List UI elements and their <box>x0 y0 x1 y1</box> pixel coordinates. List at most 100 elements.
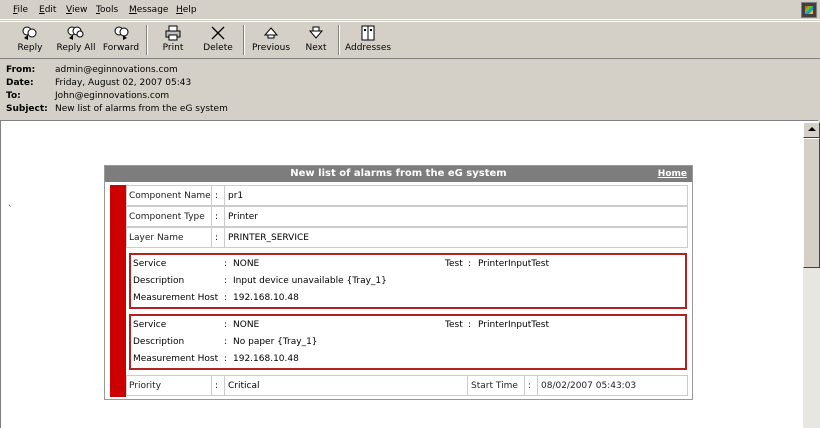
layer-name-label: Layer Name <box>129 233 184 243</box>
priority-row: Priority : Critical Start Time : 08/02/2… <box>126 375 688 396</box>
description-value: Input device unavailable {Tray_1} <box>233 276 387 286</box>
from-value: admin@eginnovations.com <box>55 65 178 75</box>
cell-divider <box>211 207 212 226</box>
scroll-up-arrow-icon[interactable] <box>803 122 820 138</box>
to-label: To: <box>6 91 21 101</box>
menu-help[interactable]: Help <box>176 5 197 15</box>
service-value: NONE <box>233 320 260 330</box>
component-type-label: Component Type <box>129 212 205 222</box>
home-link[interactable]: Home <box>658 166 687 182</box>
from-label: From: <box>6 65 36 75</box>
colon: : <box>215 212 219 222</box>
date-value: Friday, August 02, 2007 05:43 <box>55 78 192 88</box>
service-label: Service <box>133 320 167 330</box>
component-type-row: Component Type : Printer <box>126 206 688 227</box>
next-button[interactable]: Next <box>302 22 330 59</box>
stray-mark: ` <box>8 205 13 215</box>
colon: : <box>528 381 532 391</box>
date-label: Date: <box>6 78 34 88</box>
scrollbar-thumb[interactable] <box>803 138 820 268</box>
menu-edit[interactable]: Edit <box>39 5 56 15</box>
toolbar-separator <box>338 25 340 55</box>
measurement-host-row: Measurement Host : 192.168.10.48 <box>133 293 683 307</box>
service-label: Service <box>133 259 167 269</box>
toolbar-separator <box>146 25 148 55</box>
delete-x-icon <box>209 25 227 41</box>
cell-divider <box>537 376 538 395</box>
priority-color-bar <box>110 185 126 397</box>
measurement-host-value: 192.168.10.48 <box>233 354 299 364</box>
reply-button[interactable]: Reply <box>10 22 50 59</box>
layer-name-row: Layer Name : PRINTER_SERVICE <box>126 227 688 248</box>
to-value: John@eginnovations.com <box>55 91 170 101</box>
measurement-host-value: 192.168.10.48 <box>233 293 299 303</box>
cell-divider <box>211 228 212 247</box>
cell-divider <box>211 376 212 395</box>
component-name-label: Component Name <box>129 191 211 201</box>
toolbar: Reply Reply All Forward Print Delete Pre… <box>0 21 820 59</box>
colon: : <box>224 259 228 269</box>
alarm-card-title: New list of alarms from the eG system <box>105 166 692 182</box>
delete-button[interactable]: Delete <box>200 22 236 59</box>
description-label: Description <box>133 276 185 286</box>
start-time-label: Start Time <box>471 381 518 391</box>
colon: : <box>215 381 219 391</box>
test-label: Test <box>445 259 463 269</box>
colon: : <box>224 337 228 347</box>
cell-divider <box>224 376 225 395</box>
colon: : <box>468 259 472 269</box>
colon: : <box>224 320 228 330</box>
colon: : <box>224 293 228 303</box>
cell-divider <box>224 207 225 226</box>
forward-icon <box>112 25 130 41</box>
priority-value: Critical <box>228 381 260 391</box>
reply-all-icon <box>67 25 85 41</box>
cell-divider <box>524 376 525 395</box>
measurement-host-label: Measurement Host <box>133 293 219 303</box>
layer-name-value: PRINTER_SERVICE <box>228 233 309 243</box>
test-value: PrinterInputTest <box>478 320 549 330</box>
menu-message[interactable]: Message <box>129 5 168 15</box>
service-row: Service : NONE Test : PrinterInputTest <box>133 259 683 273</box>
menu-file[interactable]: File <box>13 5 28 15</box>
test-label: Test <box>445 320 463 330</box>
windows-logo-icon <box>801 2 817 18</box>
service-value: NONE <box>233 259 260 269</box>
component-name-value: pr1 <box>228 191 244 201</box>
cell-divider <box>224 228 225 247</box>
menu-tools[interactable]: Tools <box>96 5 118 15</box>
measurement-host-label: Measurement Host <box>133 354 219 364</box>
measurement-host-row: Measurement Host : 192.168.10.48 <box>133 354 683 368</box>
subject-label: Subject: <box>6 104 48 114</box>
measurement-box: Service : NONE Test : PrinterInputTest D… <box>129 314 687 370</box>
down-arrow-icon <box>307 25 325 41</box>
up-arrow-icon <box>262 25 280 41</box>
alarm-card: New list of alarms from the eG system Ho… <box>104 165 693 400</box>
cell-divider <box>224 186 225 205</box>
addresses-button[interactable]: Addresses <box>345 22 391 59</box>
forward-button[interactable]: Forward <box>101 22 141 59</box>
description-value: No paper {Tray_1} <box>233 337 318 347</box>
toolbar-separator <box>243 25 245 55</box>
reply-icon <box>21 25 39 41</box>
description-label: Description <box>133 337 185 347</box>
component-type-value: Printer <box>228 212 258 222</box>
test-value: PrinterInputTest <box>478 259 549 269</box>
menu-bar: File Edit View Tools Message Help <box>0 0 820 20</box>
colon: : <box>224 354 228 364</box>
previous-button[interactable]: Previous <box>250 22 292 59</box>
service-row: Service : NONE Test : PrinterInputTest <box>133 320 683 334</box>
message-headers: From: admin@eginnovations.com Date: Frid… <box>0 60 820 118</box>
description-row: Description : No paper {Tray_1} <box>133 337 683 351</box>
reply-all-button[interactable]: Reply All <box>55 22 97 59</box>
description-row: Description : Input device unavailable {… <box>133 276 683 290</box>
priority-label: Priority <box>129 381 162 391</box>
menu-view[interactable]: View <box>66 5 87 15</box>
print-button[interactable]: Print <box>157 22 189 59</box>
printer-icon <box>164 25 182 41</box>
colon: : <box>224 276 228 286</box>
colon: : <box>468 320 472 330</box>
address-book-icon <box>359 25 377 41</box>
measurement-box: Service : NONE Test : PrinterInputTest D… <box>129 253 687 309</box>
start-time-value: 08/02/2007 05:43:03 <box>541 381 637 391</box>
